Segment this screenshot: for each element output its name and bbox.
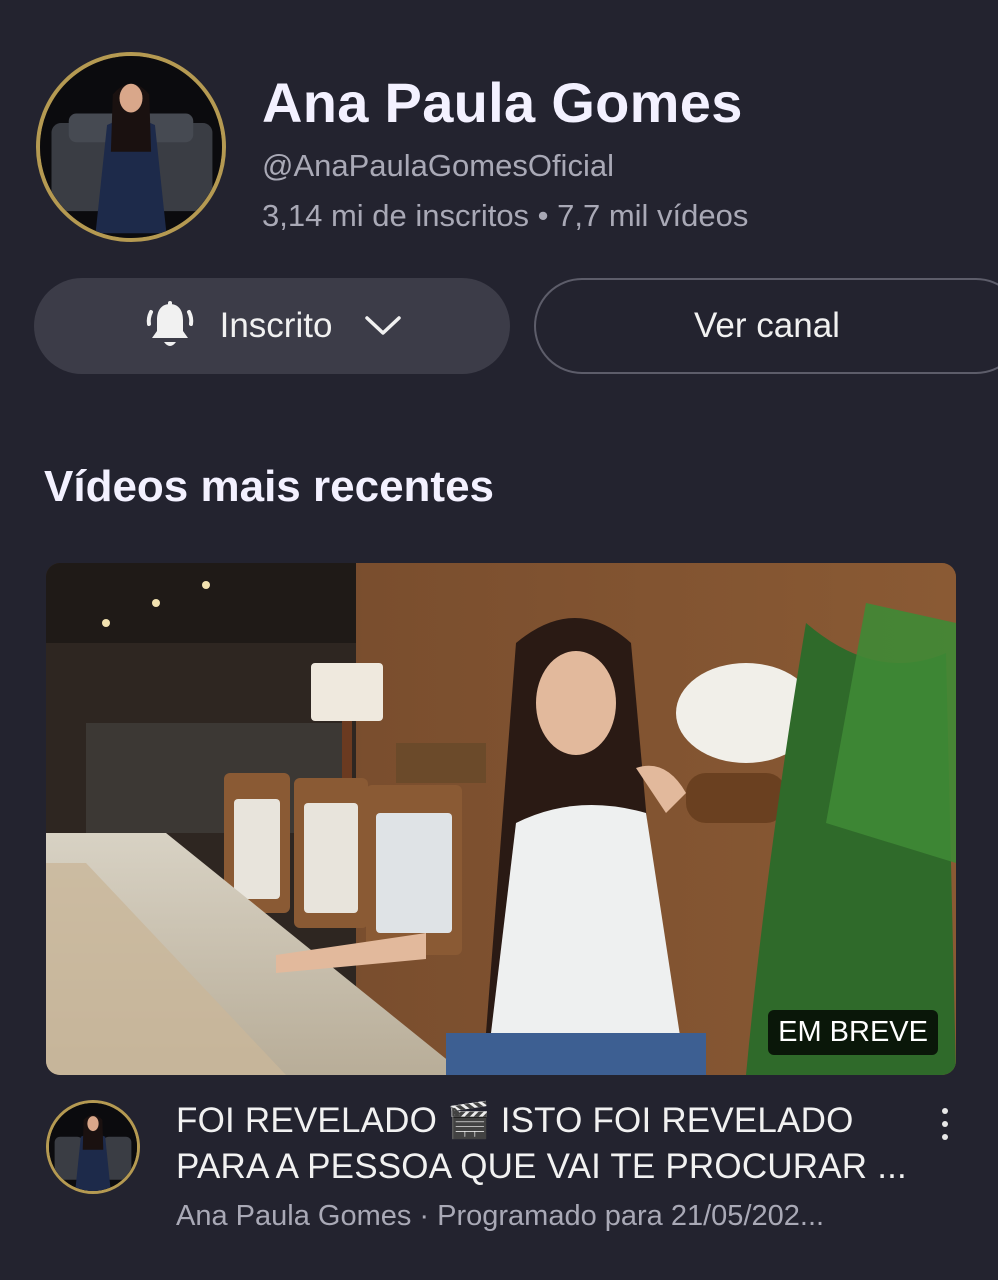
channel-name: Ana Paula Gomes (262, 71, 743, 134)
video-title-line-2: PARA A PESSOA QUE VAI TE PROCURAR ... (176, 1147, 907, 1186)
avatar-image (49, 1103, 137, 1191)
video-subtitle: Ana Paula Gomes · Programado para 21/05/… (176, 1200, 825, 1232)
view-channel-button[interactable]: Ver canal (534, 278, 998, 374)
thumbnail-image (46, 563, 956, 1075)
section-title: Vídeos mais recentes (44, 462, 495, 511)
subscribed-button[interactable]: Inscrito (34, 278, 510, 374)
video-title-line-1: FOI REVELADO 🎬 ISTO FOI REVELADO (176, 1101, 854, 1140)
bell-icon (146, 301, 193, 346)
more-vert-icon[interactable] (930, 1104, 960, 1144)
channel-avatar[interactable] (36, 52, 226, 242)
coming-soon-badge: EM BREVE (768, 1010, 938, 1055)
subscribed-label: Inscrito (219, 306, 333, 345)
view-channel-label: Ver canal (694, 306, 840, 345)
chevron-down-icon (365, 316, 402, 335)
video-title[interactable]: FOI REVELADO 🎬 ISTO FOI REVELADO PARA A … (176, 1098, 916, 1190)
video-channel-avatar[interactable] (46, 1100, 140, 1194)
avatar-image (40, 56, 222, 238)
channel-stats: 3,14 mi de inscritos • 7,7 mil vídeos (262, 198, 749, 233)
channel-handle: @AnaPaulaGomesOficial (262, 148, 614, 183)
video-thumbnail[interactable]: EM BREVE (46, 563, 956, 1075)
